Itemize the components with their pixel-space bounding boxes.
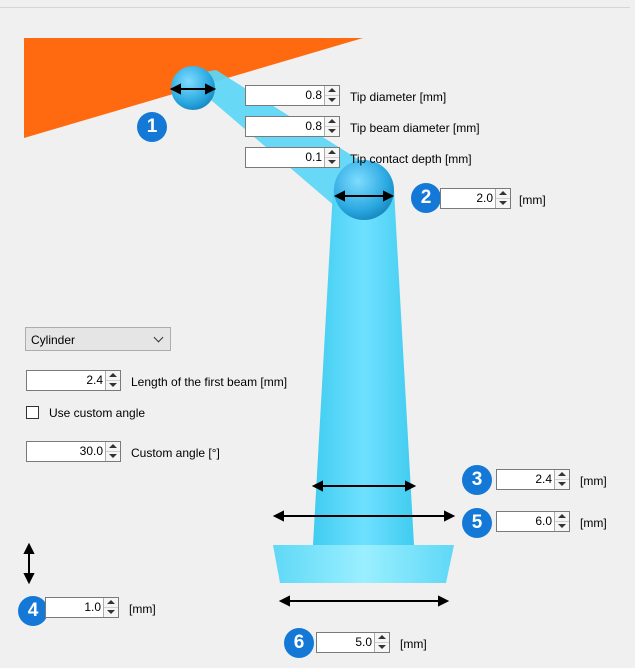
- beam-length-input[interactable]: 2.4: [26, 370, 121, 391]
- base-bottom-width-unit: [mm]: [400, 637, 427, 651]
- joint-diameter-input[interactable]: 2.0: [440, 188, 511, 209]
- marker-badge-3: 3: [462, 465, 492, 495]
- base-height-input[interactable]: 1.0: [45, 597, 119, 618]
- marker-badge-2: 2: [411, 183, 441, 213]
- tip-diameter-input[interactable]: 0.8: [245, 85, 340, 106]
- joint-ball: [334, 160, 394, 220]
- base-bottom-width-input[interactable]: 5.0: [316, 632, 390, 653]
- beam-bottom-width-unit: [mm]: [580, 474, 607, 488]
- tip-diameter-label: Tip diameter [mm]: [350, 90, 447, 104]
- spin-value: 6.0: [535, 514, 552, 528]
- spin-value: 1.0: [84, 600, 101, 614]
- spin-down-icon[interactable]: [104, 608, 118, 617]
- spin-down-icon[interactable]: [496, 199, 510, 208]
- marker-badge-1: 1: [137, 112, 167, 142]
- spin-down-icon[interactable]: [325, 96, 339, 105]
- use-custom-angle-checkbox[interactable]: [26, 406, 39, 419]
- joint-unit-label: [mm]: [519, 193, 546, 207]
- spin-up-icon[interactable]: [325, 117, 339, 127]
- spin-value: 2.4: [86, 373, 103, 387]
- use-custom-angle-label: Use custom angle: [49, 406, 146, 420]
- spin-up-icon[interactable]: [325, 86, 339, 96]
- tip-beam-diameter-input[interactable]: 0.8: [245, 116, 340, 137]
- marker-badge-6: 6: [284, 628, 314, 658]
- beam-length-label: Length of the first beam [mm]: [131, 375, 288, 389]
- spin-up-icon[interactable]: [106, 442, 120, 452]
- spin-down-icon[interactable]: [555, 522, 569, 531]
- spin-up-icon[interactable]: [104, 598, 118, 608]
- spin-up-icon[interactable]: [375, 633, 389, 643]
- custom-angle-label: Custom angle [°]: [131, 446, 220, 460]
- spin-up-icon[interactable]: [106, 371, 120, 381]
- spin-value: 5.0: [355, 635, 372, 649]
- base-height-unit: [mm]: [129, 602, 156, 616]
- double-arrow-icon: [278, 595, 450, 607]
- tip-contact-depth-input[interactable]: 0.1: [245, 147, 340, 168]
- spin-value: 2.0: [476, 191, 493, 205]
- spin-value: 0.1: [305, 150, 322, 164]
- spin-down-icon[interactable]: [375, 643, 389, 652]
- beam-bottom-width-input[interactable]: 2.4: [496, 469, 570, 490]
- spin-down-icon[interactable]: [555, 480, 569, 489]
- spin-down-icon[interactable]: [325, 158, 339, 167]
- double-arrow-icon: [23, 542, 35, 585]
- spin-value: 0.8: [305, 88, 322, 102]
- spin-down-icon[interactable]: [106, 381, 120, 390]
- spin-up-icon[interactable]: [555, 470, 569, 480]
- spin-up-icon[interactable]: [325, 148, 339, 158]
- beam-shape-dropdown[interactable]: Cylinder: [25, 327, 171, 351]
- first-beam: [313, 190, 414, 545]
- probe-base: [273, 545, 454, 583]
- spin-value: 2.4: [535, 472, 552, 486]
- base-top-width-input[interactable]: 6.0: [496, 511, 570, 532]
- chevron-down-icon: [153, 332, 164, 343]
- spin-value: 30.0: [79, 444, 103, 458]
- base-top-width-unit: [mm]: [580, 516, 607, 530]
- custom-angle-input[interactable]: 30.0: [26, 441, 121, 462]
- spin-up-icon[interactable]: [496, 189, 510, 199]
- spin-down-icon[interactable]: [325, 127, 339, 136]
- spin-down-icon[interactable]: [106, 452, 120, 461]
- dropdown-value: Cylinder: [31, 333, 76, 347]
- spin-value: 0.8: [305, 119, 322, 133]
- marker-badge-4: 4: [18, 596, 48, 626]
- tip-contact-depth-label: Tip contact depth [mm]: [350, 152, 472, 166]
- spin-up-icon[interactable]: [555, 512, 569, 522]
- marker-badge-5: 5: [462, 508, 492, 538]
- tip-beam-diameter-label: Tip beam diameter [mm]: [350, 121, 480, 135]
